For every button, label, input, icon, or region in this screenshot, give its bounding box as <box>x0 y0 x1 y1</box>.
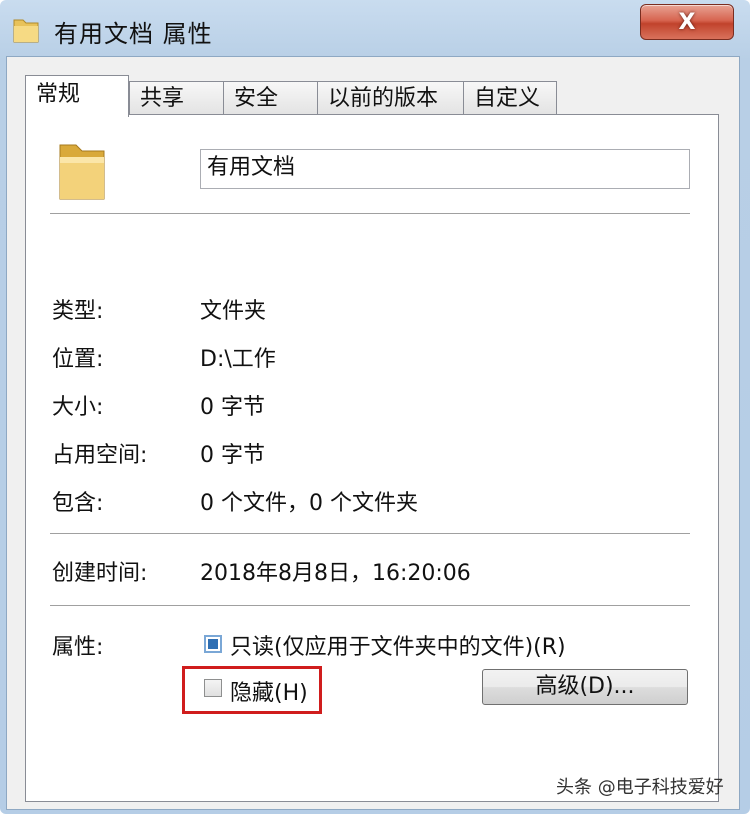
tab-security[interactable]: 安全 <box>223 81 319 115</box>
window-title: 有用文档 属性 <box>54 20 213 48</box>
readonly-checkbox-label[interactable]: 只读(仅应用于文件夹中的文件)(R) <box>230 629 566 661</box>
advanced-button[interactable]: 高级(D)... <box>482 669 688 705</box>
title-bar[interactable]: 有用文档 属性 X <box>0 0 750 58</box>
created-value: 2018年8月8日，16:20:06 <box>200 561 471 586</box>
size-label: 大小: <box>52 395 104 420</box>
type-label: 类型: <box>52 299 104 324</box>
readonly-checkbox[interactable] <box>204 635 222 653</box>
tab-sharing[interactable]: 共享 <box>129 81 225 115</box>
size-on-disk-value: 0 字节 <box>200 443 265 468</box>
size-value: 0 字节 <box>200 395 265 420</box>
tab-previous-versions[interactable]: 以前的版本 <box>317 81 465 115</box>
folder-icon <box>59 144 105 200</box>
divider <box>50 213 690 215</box>
location-value: D:\工作 <box>200 347 276 372</box>
type-value: 文件夹 <box>200 299 267 324</box>
contains-value: 0 个文件，0 个文件夹 <box>200 491 418 516</box>
watermark: 头条 @电子科技爱好 <box>556 777 724 798</box>
tab-customize[interactable]: 自定义 <box>463 81 557 115</box>
close-button[interactable]: X <box>640 4 734 40</box>
folder-name-input[interactable]: 有用文档 <box>200 149 690 189</box>
properties-window: 有用文档 属性 X 常规 共享 安全 以前的版本 自定义 有用文档 类型: 文件… <box>0 0 750 814</box>
divider <box>50 605 690 607</box>
folder-icon <box>13 19 39 43</box>
size-on-disk-label: 占用空间: <box>52 443 148 468</box>
dialog-body: 常规 共享 安全 以前的版本 自定义 有用文档 类型: 文件夹 位置: D:\工… <box>6 56 740 810</box>
location-label: 位置: <box>52 347 104 372</box>
hidden-checkbox[interactable] <box>204 679 222 697</box>
created-label: 创建时间: <box>52 561 148 586</box>
tab-general[interactable]: 常规 <box>25 75 129 117</box>
divider <box>50 533 690 535</box>
hidden-checkbox-label[interactable]: 隐藏(H) <box>230 675 308 707</box>
attributes-label: 属性: <box>52 635 104 660</box>
contains-label: 包含: <box>52 491 104 516</box>
general-tab-panel: 有用文档 类型: 文件夹 位置: D:\工作 大小: 0 字节 占用空间: 0 … <box>25 114 719 802</box>
